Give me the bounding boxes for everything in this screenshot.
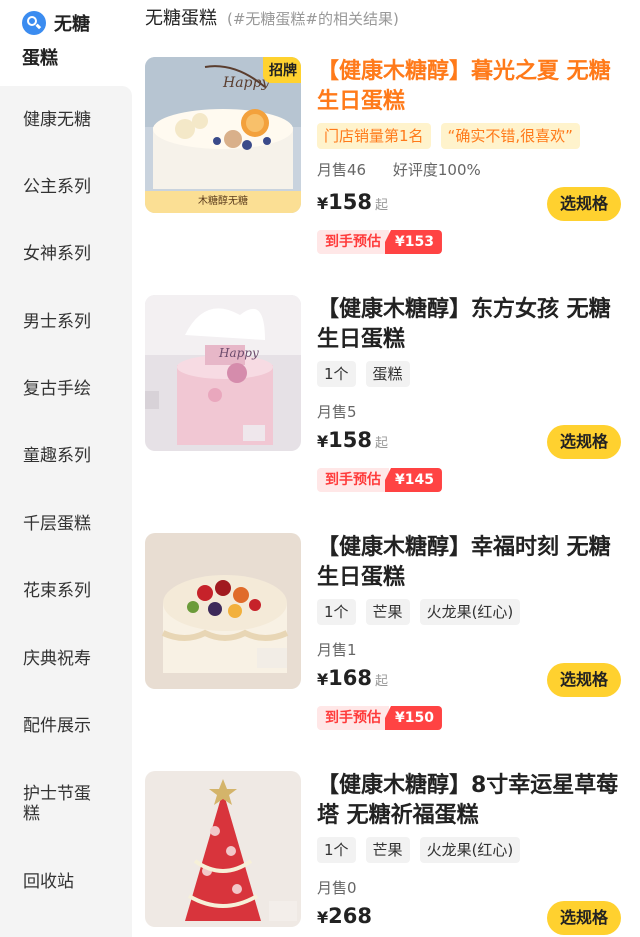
sidebar-item[interactable]: 复古手绘 bbox=[23, 379, 123, 399]
monthly-sales: 月售1 bbox=[317, 641, 357, 659]
results-header: 无糖蛋糕 (#无糖蛋糕#的相关结果) bbox=[145, 4, 399, 29]
monthly-sales: 月售5 bbox=[317, 403, 357, 421]
sidebar-item[interactable]: 回收站 bbox=[23, 872, 123, 892]
monthly-sales: 月售46 bbox=[317, 161, 367, 179]
svg-text:Happy: Happy bbox=[218, 346, 259, 360]
product-card[interactable]: Happy 【健康木糖醇】东方女孩 无糖生日蛋糕 1个 蛋糕 月售5 ¥158 起… bbox=[145, 295, 625, 517]
sidebar-list: 健康无糖 公主系列 女神系列 男士系列 复古手绘 童趣系列 千层蛋糕 花束系列 … bbox=[0, 86, 132, 937]
select-spec-button[interactable]: 选规格 bbox=[547, 187, 621, 221]
product-image[interactable] bbox=[145, 533, 301, 689]
search-category[interactable]: 无糖 蛋糕 bbox=[22, 10, 132, 70]
product-image[interactable]: Happy bbox=[145, 295, 301, 451]
sidebar-item[interactable]: 千层蛋糕 bbox=[23, 514, 123, 534]
tag: 1个 bbox=[317, 599, 356, 625]
select-spec-button[interactable]: 选规格 bbox=[547, 425, 621, 459]
product-name[interactable]: 【健康木糖醇】幸福时刻 无糖生日蛋糕 bbox=[317, 533, 621, 593]
monthly-sales: 月售0 bbox=[317, 879, 357, 897]
tag: 芒果 bbox=[365, 837, 410, 863]
tag: 芒果 bbox=[365, 599, 410, 625]
sidebar-item[interactable]: 男士系列 bbox=[23, 312, 123, 332]
sidebar-item[interactable]: 护士节蛋 糕 bbox=[23, 784, 123, 824]
price: ¥158 起 bbox=[317, 428, 388, 452]
tag: 1个 bbox=[317, 837, 356, 863]
price: ¥158 起 bbox=[317, 190, 388, 214]
tag: 蛋糕 bbox=[365, 361, 410, 387]
sidebar-item[interactable]: 健康无糖 bbox=[23, 110, 123, 130]
estimated-price: 到手预估 ¥145 bbox=[317, 468, 442, 492]
sidebar-item[interactable]: 庆典祝寿 bbox=[23, 649, 123, 669]
search-icon bbox=[22, 11, 46, 35]
tag: 火龙果(红心) bbox=[419, 837, 521, 863]
tag: 火龙果(红心) bbox=[419, 599, 521, 625]
product-name[interactable]: 【健康木糖醇】8寸幸运星草莓塔 无糖祈福蛋糕 bbox=[317, 771, 621, 831]
product-image[interactable] bbox=[145, 771, 301, 927]
select-spec-button[interactable]: 选规格 bbox=[547, 901, 621, 935]
tag: 1个 bbox=[317, 361, 356, 387]
estimated-price: 到手预估 ¥150 bbox=[317, 706, 442, 730]
product-card[interactable]: 【健康木糖醇】8寸幸运星草莓塔 无糖祈福蛋糕 1个 芒果 火龙果(红心) 月售0… bbox=[145, 771, 625, 937]
tag: 门店销量第1名 bbox=[317, 123, 431, 149]
sidebar-item[interactable]: 公主系列 bbox=[23, 177, 123, 197]
sidebar-header: 无糖 蛋糕 bbox=[0, 0, 132, 88]
product-card[interactable]: 【健康木糖醇】幸福时刻 无糖生日蛋糕 1个 芒果 火龙果(红心) 月售1 ¥16… bbox=[145, 533, 625, 755]
select-spec-button[interactable]: 选规格 bbox=[547, 663, 621, 697]
category-sidebar: 无糖 蛋糕 健康无糖 公主系列 女神系列 男士系列 复古手绘 童趣系列 千层蛋糕… bbox=[0, 0, 132, 937]
product-name[interactable]: 【健康木糖醇】暮光之夏 无糖生日蛋糕 bbox=[317, 57, 621, 117]
product-card[interactable]: Happy 木糖醇无糖 招牌 【健康木糖醇】暮光之夏 无糖生日蛋糕 门店销量第1… bbox=[145, 57, 625, 279]
product-image-caption: 木糖醇无糖 bbox=[145, 191, 301, 213]
sidebar-item[interactable]: 女神系列 bbox=[23, 244, 123, 264]
results-title: 无糖蛋糕 bbox=[145, 8, 217, 29]
sidebar-item[interactable]: 童趣系列 bbox=[23, 446, 123, 466]
sidebar-item[interactable]: 花束系列 bbox=[23, 581, 123, 601]
search-category-label-2: 蛋糕 bbox=[22, 48, 58, 69]
price: ¥268 bbox=[317, 904, 372, 928]
tag: “确实不错,很喜欢” bbox=[440, 123, 580, 149]
sidebar-item[interactable]: 配件展示 bbox=[23, 716, 123, 736]
estimated-price: 到手预估 ¥153 bbox=[317, 230, 442, 254]
product-name[interactable]: 【健康木糖醇】东方女孩 无糖生日蛋糕 bbox=[317, 295, 621, 355]
rating: 好评度100% bbox=[392, 161, 481, 179]
price: ¥168 起 bbox=[317, 666, 388, 690]
signature-badge: 招牌 bbox=[263, 57, 301, 83]
product-image[interactable]: Happy 木糖醇无糖 招牌 bbox=[145, 57, 301, 213]
results-subtitle: (#无糖蛋糕#的相关结果) bbox=[227, 10, 399, 28]
search-category-label: 无糖 bbox=[54, 14, 90, 35]
